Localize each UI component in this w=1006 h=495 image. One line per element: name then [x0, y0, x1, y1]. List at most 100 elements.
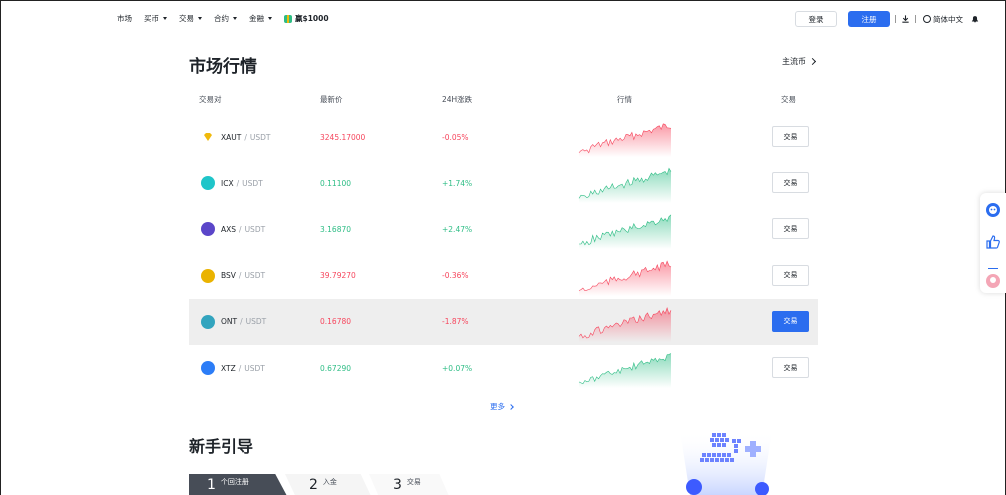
- trade-button[interactable]: 交易: [772, 310, 809, 332]
- signup-button[interactable]: 注册: [848, 11, 890, 27]
- chevron-down-icon: [233, 17, 237, 20]
- pair-quote: USDT: [249, 132, 271, 142]
- nav-item-market[interactable]: 市场: [117, 13, 132, 24]
- chevron-right-icon: [808, 57, 817, 66]
- guide-illustration: [680, 431, 772, 495]
- sparkline-area: [579, 353, 671, 388]
- nav-item-contracts[interactable]: 合约: [214, 13, 237, 24]
- nav-item-trade[interactable]: 交易: [179, 13, 202, 24]
- pair-quote: USDT: [242, 178, 263, 188]
- market-row[interactable]: XTZ / USDT 0.67290 +0.07% 交易: [189, 345, 818, 391]
- nav-item-buy-crypto[interactable]: 买币: [144, 13, 167, 24]
- market-row[interactable]: ONT / USDT 0.16780 -1.87% 交易: [189, 298, 818, 345]
- price-cell: 3245.17000: [320, 132, 366, 142]
- change-cell: -1.87%: [442, 317, 469, 327]
- guide-step-register[interactable]: 1 个回注册: [189, 474, 287, 495]
- step-label: 个回注册: [220, 478, 249, 486]
- guide-step-trade[interactable]: 3 交易: [369, 474, 449, 495]
- nav-actions: 登录 注册 简体中文: [795, 11, 979, 27]
- market-row[interactable]: ICX / USDT 0.11100 +1.74% 交易: [189, 160, 818, 206]
- pair-separator: /: [239, 224, 242, 234]
- guide-step-deposit[interactable]: 2 入金: [285, 474, 371, 495]
- column-header-pair: 交易对: [199, 95, 222, 104]
- market-row[interactable]: AXS / USDT 3.16870 +2.47% 交易: [189, 206, 818, 252]
- language-label: 简体中文: [933, 14, 963, 24]
- sparkline-area: [579, 123, 671, 157]
- market-row[interactable]: BSV / USDT 39.79270 -0.36% 交易: [189, 253, 818, 299]
- price-cell: 39.79270: [320, 271, 356, 281]
- trade-button[interactable]: 交易: [772, 218, 809, 240]
- avatar-icon[interactable]: [985, 273, 1001, 289]
- pair-base: AXS: [221, 224, 237, 234]
- pair-cell: BSV / USDT: [201, 253, 265, 299]
- nav-item-label: 合约: [214, 14, 229, 23]
- trade-button[interactable]: 交易: [772, 126, 809, 147]
- step-number: 3: [393, 477, 402, 493]
- bsv-icon: [201, 268, 215, 283]
- pair-base: ICX: [221, 178, 234, 188]
- trade-button[interactable]: 交易: [772, 172, 809, 194]
- bell-icon[interactable]: [971, 15, 979, 23]
- trade-button[interactable]: 交易: [772, 357, 809, 378]
- chevron-down-icon: [268, 17, 272, 20]
- download-icon[interactable]: [901, 14, 910, 24]
- pair-cell: ICX / USDT: [201, 160, 263, 206]
- nav-item-finance[interactable]: 金融: [249, 13, 272, 24]
- chevron-right-icon: [508, 403, 514, 410]
- change-cell: +2.47%: [442, 224, 473, 234]
- sparkline-chart: [578, 306, 672, 342]
- pair-cell: ONT / USDT: [201, 299, 266, 345]
- nav-item-label: 市场: [117, 14, 132, 23]
- column-header-change: 24H涨跌: [442, 95, 473, 104]
- mainstream-coins-link[interactable]: 主流币: [782, 56, 817, 67]
- mainstream-link-label: 主流币: [782, 57, 806, 66]
- sparkline-chart: [578, 123, 672, 157]
- side-divider: [988, 268, 998, 269]
- step-number: 2: [309, 477, 318, 493]
- more-markets-link[interactable]: 更多: [490, 401, 514, 412]
- more-label: 更多: [490, 402, 505, 411]
- guide-steps: 1 个回注册 2 入金 3 交易: [189, 474, 449, 495]
- thumbs-up-icon[interactable]: [985, 234, 1001, 250]
- market-row[interactable]: XAUT / USDT 3245.17000 -0.05% 交易: [189, 114, 818, 160]
- icx-icon: [201, 176, 215, 191]
- step-number: 1: [207, 477, 216, 493]
- guide-section-title: 新手引导: [189, 437, 254, 456]
- market-table-header: 交易对 最新价 24H涨跌 行情 交易: [0, 94, 1006, 106]
- sparkline-area: [579, 215, 671, 250]
- pair-quote: USDT: [245, 317, 267, 327]
- top-nav: 市场 买币 交易 合约 金融 赢$1000 登录 注册 简体中文: [0, 0, 1006, 38]
- nav-divider: [915, 15, 916, 23]
- trade-button[interactable]: 交易: [772, 264, 809, 286]
- chat-support-icon[interactable]: [985, 202, 1001, 218]
- pair-separator: /: [240, 317, 243, 327]
- change-cell: +0.07%: [442, 363, 473, 373]
- pair-quote: USDT: [244, 363, 265, 373]
- price-cell: 3.16870: [320, 224, 352, 234]
- sparkline-chart: [578, 353, 672, 388]
- login-button[interactable]: 登录: [795, 11, 837, 27]
- axs-icon: [201, 222, 215, 237]
- globe-icon: [923, 15, 931, 23]
- pair-base: BSV: [221, 271, 236, 281]
- xaut-gold-icon: [201, 130, 215, 144]
- sparkline-chart: [578, 259, 672, 296]
- language-selector[interactable]: 简体中文: [923, 14, 963, 25]
- pair-separator: /: [244, 132, 247, 142]
- xtz-icon: [201, 361, 215, 375]
- pair-base: XTZ: [221, 363, 236, 373]
- pair-cell: XTZ / USDT: [201, 345, 265, 391]
- chevron-down-icon: [198, 17, 202, 20]
- change-cell: +1.74%: [442, 178, 473, 188]
- market-section-title: 市场行情: [189, 57, 257, 77]
- price-cell: 0.11100: [320, 178, 352, 188]
- price-cell: 0.67290: [320, 363, 352, 373]
- nav-promo-link[interactable]: 赢$1000: [284, 13, 329, 24]
- pair-separator: /: [236, 178, 240, 188]
- nav-item-label: 金融: [249, 14, 264, 23]
- pair-cell: XAUT / USDT: [201, 114, 270, 160]
- nav-item-label: 交易: [179, 14, 194, 23]
- pair-cell: AXS / USDT: [201, 206, 265, 252]
- nav-menu: 市场 买币 交易 合约 金融 赢$1000: [117, 13, 329, 24]
- change-cell: -0.36%: [442, 271, 469, 281]
